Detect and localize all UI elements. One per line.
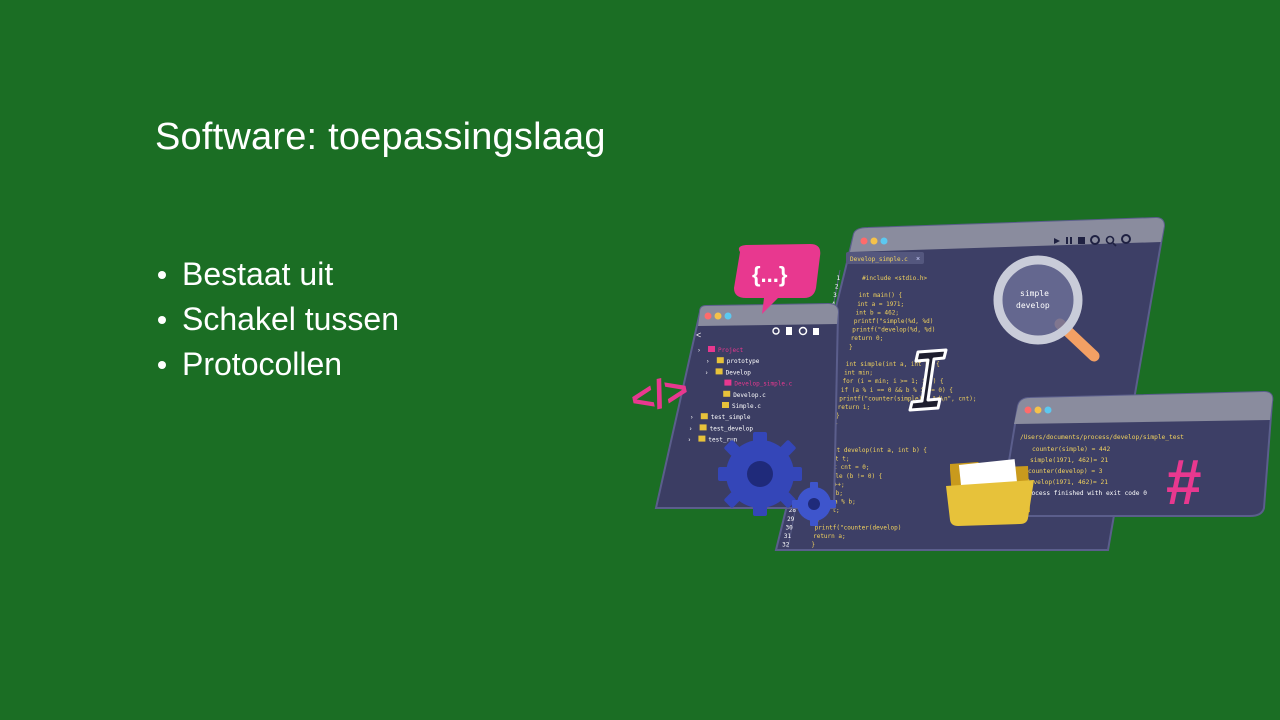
tree-arrow-icon: ›	[690, 426, 692, 432]
document-icon	[786, 327, 792, 335]
code-line: }	[811, 542, 815, 549]
code-bubble-text: {...}	[752, 262, 788, 287]
slide: Software: toepassingslaag Bestaat uit Sc…	[0, 0, 1280, 720]
terminal-line: counter(simple) = 442	[1032, 446, 1111, 453]
folder-icon	[716, 357, 724, 364]
bullet-item: Bestaat uit	[155, 252, 399, 297]
line-number: 32	[782, 542, 790, 549]
bullet-list: Bestaat uit Schakel tussen Protocollen	[155, 252, 399, 387]
file-icon	[722, 402, 729, 408]
explorer-item: test_develop	[710, 425, 754, 432]
code-line: return i;	[838, 404, 871, 411]
software-illustration: Develop_simple.c × 1 #include <stdio.h> 2 3…	[628, 212, 1276, 556]
code-tag-icon: </>	[628, 367, 692, 422]
bullet-item: Protocollen	[155, 342, 399, 387]
bullet-text: Bestaat uit	[182, 256, 334, 292]
bullet-dot	[158, 315, 166, 324]
explorer-item: Develop.c	[733, 392, 766, 399]
code-line: printf("counter(simple) = %d\n", cnt);	[839, 395, 976, 402]
code-line: int develop(int a, int b) {	[829, 447, 927, 454]
slide-title: Software: toepassingslaag	[155, 116, 606, 158]
bullet-text: Protocollen	[182, 346, 343, 382]
terminal-line: simple(1971, 462)= 21	[1030, 457, 1109, 464]
explorer-item: Develop_simple.c	[734, 381, 792, 388]
line-number: 1	[836, 275, 840, 282]
folder-icon	[946, 459, 1034, 526]
code-line: int main() {	[859, 292, 902, 299]
line-number: 2	[835, 284, 839, 291]
back-arrow-icon: <	[696, 330, 701, 340]
explorer-item: Project	[718, 347, 744, 354]
explorer-item: prototype	[727, 358, 760, 365]
magnifier-text: develop	[1016, 301, 1050, 310]
code-line: int b = 462;	[856, 309, 899, 316]
code-line: return 0;	[851, 335, 884, 342]
code-line: printf("develop(%d, %d)	[852, 327, 935, 334]
line-number: 30	[785, 524, 793, 531]
hash-icon: #	[1166, 446, 1202, 518]
magnifier-text: simple	[1020, 289, 1049, 298]
terminal-line: develop(1971, 462)= 21	[1026, 479, 1108, 486]
folder-icon	[700, 413, 708, 420]
line-number: 29	[787, 516, 795, 523]
code-line: int min;	[844, 370, 873, 377]
illustration-svg: Develop_simple.c × 1 #include <stdio.h>23…	[628, 216, 1274, 551]
code-line: return a;	[813, 533, 846, 540]
terminal-line: counter(develop) = 3	[1028, 468, 1103, 475]
bullet-dot	[158, 360, 166, 369]
stop-icon	[1078, 237, 1085, 244]
explorer-item: test_simple	[711, 414, 751, 421]
folder-icon	[698, 435, 706, 442]
tree-arrow-icon: ›	[706, 370, 708, 376]
tree-arrow-icon: ›	[698, 348, 700, 354]
hash-text: #	[1166, 446, 1202, 518]
code-line: }	[849, 344, 853, 351]
bullet-item: Schakel tussen	[155, 297, 399, 342]
code-line: #include <stdio.h>	[862, 275, 927, 282]
bullet-dot	[158, 270, 166, 279]
close-tab-icon: ×	[916, 256, 920, 263]
terminal-line: Process finished with exit code 0	[1024, 490, 1147, 497]
line-number: 3	[833, 292, 837, 299]
file-icon	[724, 379, 732, 386]
file-icon	[723, 390, 731, 397]
explorer-item: Develop	[726, 369, 752, 376]
code-line: printf("counter(develop)	[815, 524, 902, 531]
code-line: int a = 1971;	[857, 301, 904, 308]
editor-tab-label: Develop_simple.c	[850, 256, 908, 263]
code-line: if (a % i == 0 && b % i == 0) {	[841, 387, 953, 394]
line-number: 31	[784, 533, 792, 540]
terminal-window: /Users/documents/process/develop/simple_…	[998, 390, 1274, 517]
bullet-text: Schakel tussen	[182, 301, 400, 337]
folder-icon	[715, 368, 723, 375]
folder-icon	[699, 424, 707, 431]
terminal-path: /Users/documents/process/develop/simple_…	[1020, 434, 1184, 441]
tree-arrow-icon: ›	[691, 415, 693, 421]
explorer-item: Simple.c	[732, 403, 761, 410]
tree-arrow-icon: ›	[688, 438, 690, 444]
tree-arrow-icon: ›	[707, 359, 709, 365]
large-gear-icon	[718, 432, 802, 516]
folder-icon	[708, 346, 715, 352]
trash-icon	[813, 328, 819, 335]
code-line: printf("simple(%d, %d)	[854, 318, 933, 325]
